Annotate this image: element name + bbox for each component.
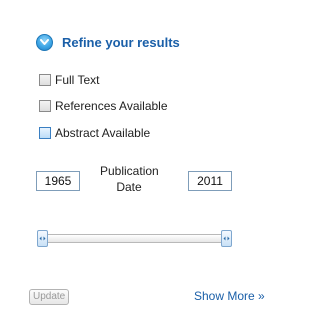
abstract-available-checkbox[interactable] — [39, 127, 51, 139]
date-range-slider-track[interactable] — [42, 234, 228, 243]
filter-full-text[interactable]: Full Text — [39, 73, 99, 87]
update-button[interactable]: Update — [29, 289, 70, 305]
full-text-checkbox[interactable] — [39, 74, 51, 86]
publication-date-label-line2: Date — [116, 180, 142, 194]
refine-title: Refine your results — [62, 35, 180, 50]
chevron-down-circle-icon[interactable] — [36, 34, 53, 51]
filter-references-available[interactable]: References Available — [39, 99, 168, 113]
references-available-label: References Available — [55, 99, 168, 113]
filter-abstract-available[interactable]: Abstract Available — [39, 126, 150, 140]
publication-date-label-line1: Publication — [100, 164, 159, 178]
from-year-input[interactable] — [36, 171, 80, 191]
grip-arrows-icon — [223, 236, 230, 241]
slider-max-handle[interactable] — [221, 230, 232, 247]
slider-min-handle[interactable] — [37, 230, 48, 247]
to-year-input[interactable] — [188, 171, 232, 191]
references-available-checkbox[interactable] — [39, 100, 51, 112]
show-more-link[interactable]: Show More » — [194, 289, 265, 303]
refine-results-panel: Refine your results Full Text References… — [0, 0, 278, 309]
refine-header[interactable]: Refine your results — [36, 34, 180, 51]
abstract-available-label: Abstract Available — [55, 126, 151, 140]
publication-date-label: Publication Date — [100, 163, 159, 195]
grip-arrows-icon — [39, 236, 46, 241]
full-text-label: Full Text — [55, 73, 100, 87]
